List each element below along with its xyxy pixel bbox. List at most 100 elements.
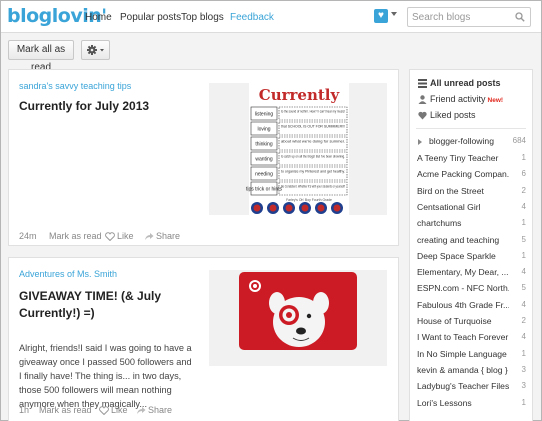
sidebar-blog-item[interactable]: Deep Space Sparkle 1 bbox=[410, 249, 532, 266]
share-icon[interactable] bbox=[144, 232, 154, 241]
unread-count: 2 bbox=[521, 316, 526, 325]
post-thumbnail[interactable] bbox=[209, 270, 387, 366]
thumb-row-text: about what we're doing for summer. bbox=[281, 140, 345, 144]
blog-name: House of Turquoise bbox=[417, 316, 492, 326]
unread-count: 4 bbox=[521, 201, 526, 211]
unread-count: 4 bbox=[521, 332, 526, 342]
blog-name: Acme Packing Compan... bbox=[417, 169, 509, 180]
currently-image: Currently listening to the sound of nothi… bbox=[246, 83, 349, 215]
share-link[interactable]: Share bbox=[156, 231, 180, 241]
post-title[interactable]: GIVEAWAY TIME! (& July Currently!) =) bbox=[19, 288, 199, 322]
post-excerpt: Alright, friends!I said I was going to h… bbox=[19, 343, 192, 409]
settings-button[interactable] bbox=[81, 40, 110, 60]
like-link[interactable]: Like bbox=[111, 405, 128, 415]
post-source[interactable]: Adventures of Ms. Smith bbox=[19, 269, 117, 279]
post-card[interactable]: sandra's savvy teaching tips Currently f… bbox=[8, 69, 399, 246]
search-input[interactable] bbox=[412, 10, 512, 24]
sidebar-blog-item[interactable]: Bird on the Street 2 bbox=[410, 184, 532, 201]
blog-name: Bird on the Street bbox=[417, 185, 484, 196]
thumb-row-text: to the sound of nothin'. How?! I can't h… bbox=[281, 110, 345, 114]
sidebar: All unread posts Friend activity New! Lik… bbox=[409, 69, 533, 421]
unread-count: 3 bbox=[521, 381, 526, 391]
unread-count: 6 bbox=[521, 169, 526, 179]
share-icon[interactable] bbox=[136, 406, 146, 415]
thumb-row-label: thinking bbox=[255, 142, 272, 148]
thumb-row-label: wanting bbox=[255, 157, 272, 163]
thumb-row-text: to organize my Pinterest and get healthy… bbox=[281, 170, 345, 174]
post-source[interactable]: sandra's savvy teaching tips bbox=[19, 81, 131, 91]
blog-name: creating and teaching bbox=[417, 234, 500, 245]
new-badge: New! bbox=[487, 97, 504, 104]
sidebar-blog-item[interactable]: A Teeny Tiny Teacher 1 bbox=[410, 151, 532, 168]
blog-name: ESPN.com - NFC North... bbox=[417, 283, 509, 294]
unread-count: 4 bbox=[521, 299, 526, 309]
sidebar-blog-item[interactable]: Lori's Lessons 1 bbox=[410, 396, 532, 413]
search-box[interactable] bbox=[407, 7, 531, 27]
thumb-row-label: needing bbox=[255, 172, 273, 178]
blog-name: Ladybug's Teacher Files bbox=[417, 381, 509, 392]
divider bbox=[416, 128, 526, 129]
heart-menu-button[interactable]: ♥ bbox=[374, 9, 388, 23]
sidebar-blog-item[interactable]: kevin & amanda { blog } 3 bbox=[410, 363, 532, 380]
sidebar-blog-item[interactable]: I Want to Teach Forever 4 bbox=[410, 330, 532, 347]
heart-icon: ♥ bbox=[378, 10, 384, 21]
nav-home[interactable]: Home bbox=[85, 12, 112, 23]
nav-top-blogs[interactable]: Top blogs bbox=[181, 12, 224, 23]
sidebar-blog-item[interactable]: creating and teaching 5 bbox=[410, 233, 532, 250]
share-link[interactable]: Share bbox=[148, 405, 172, 415]
top-bar: bloglovin' Home Popular posts Top blogs … bbox=[1, 1, 541, 33]
post-thumbnail[interactable]: Currently listening to the sound of nothi… bbox=[209, 83, 387, 215]
post-card[interactable]: Adventures of Ms. Smith GIVEAWAY TIME! (… bbox=[8, 257, 399, 421]
mark-as-read-link[interactable]: Mark as read bbox=[49, 231, 102, 241]
thumb-footer: Farley's Oh' Boy Fourth Grade bbox=[286, 198, 332, 202]
folder-name: blogger-following bbox=[429, 136, 494, 146]
blog-name: kevin & amanda { blog } bbox=[417, 364, 508, 375]
heart-icon bbox=[418, 111, 427, 120]
sidebar-item-label: Liked posts bbox=[430, 110, 476, 120]
post-time: 1h bbox=[19, 405, 30, 415]
sidebar-blog-item[interactable]: Centsational Girl 4 bbox=[410, 200, 532, 217]
unread-count: 5 bbox=[521, 234, 526, 244]
like-link[interactable]: Like bbox=[117, 231, 134, 241]
person-icon bbox=[418, 95, 427, 104]
blog-name: Deep Space Sparkle bbox=[417, 250, 496, 261]
mark-as-read-link[interactable]: Mark as read bbox=[39, 405, 92, 415]
sidebar-blog-item[interactable]: Acme Packing Compan... 6 bbox=[410, 167, 532, 184]
sidebar-blog-item[interactable]: Ladybug's Teacher Files 3 bbox=[410, 379, 532, 396]
heart-icon[interactable] bbox=[105, 232, 115, 241]
chevron-down-icon[interactable] bbox=[391, 12, 397, 16]
chevron-right-icon[interactable] bbox=[418, 139, 422, 145]
unread-count: 3 bbox=[521, 364, 526, 374]
sidebar-item-label: All unread posts bbox=[430, 78, 501, 88]
blog-name: Lori's Lessons bbox=[417, 397, 472, 408]
search-icon[interactable] bbox=[515, 12, 525, 22]
target-giftcard-image bbox=[239, 272, 357, 350]
thumb-row-label: listening bbox=[255, 112, 274, 118]
sidebar-item-label: Friend activity bbox=[430, 94, 486, 104]
unread-count: 1 bbox=[521, 348, 526, 358]
sidebar-blog-item[interactable]: chartchums 1 bbox=[410, 216, 532, 233]
blog-name: Elementary, My Dear, ... bbox=[417, 267, 509, 278]
post-title[interactable]: Currently for July 2013 bbox=[19, 98, 149, 115]
thumb-row-text: to catch up on all the blogs! But I've b… bbox=[281, 155, 345, 159]
heart-icon[interactable] bbox=[99, 406, 109, 415]
mark-all-read-button[interactable]: Mark all as read bbox=[8, 40, 74, 73]
unread-count: 1 bbox=[521, 218, 526, 228]
sidebar-blog-item[interactable]: Fabulous 4th Grade Fr... 4 bbox=[410, 298, 532, 315]
sidebar-blog-item[interactable]: ESPN.com - NFC North... 5 bbox=[410, 281, 532, 298]
blog-name: Fabulous 4th Grade Fr... bbox=[417, 299, 509, 310]
thumb-row-text: that SCHOOL IS OUT FOR SUMMMER!!! bbox=[281, 125, 345, 129]
nav-popular-posts[interactable]: Popular posts bbox=[120, 12, 181, 23]
unread-count: 2 bbox=[521, 185, 526, 195]
sidebar-blog-item[interactable]: House of Turquoise 2 bbox=[410, 314, 532, 331]
blog-name: A Teeny Tiny Teacher bbox=[417, 153, 499, 163]
folder-item[interactable]: blogger-following 684 bbox=[410, 134, 532, 151]
thumb-row-label: tips trick or hints bbox=[246, 187, 283, 193]
sidebar-blog-item[interactable]: Elementary, My Dear, ... 4 bbox=[410, 265, 532, 282]
sidebar-blog-item[interactable]: In No Simple Language 1 bbox=[410, 347, 532, 364]
blog-name: I Want to Teach Forever bbox=[417, 332, 509, 343]
blog-name: chartchums bbox=[417, 218, 462, 229]
unread-count: 4 bbox=[521, 267, 526, 277]
thumb-heading: Currently bbox=[259, 86, 341, 104]
nav-feedback[interactable]: Feedback bbox=[230, 12, 274, 23]
